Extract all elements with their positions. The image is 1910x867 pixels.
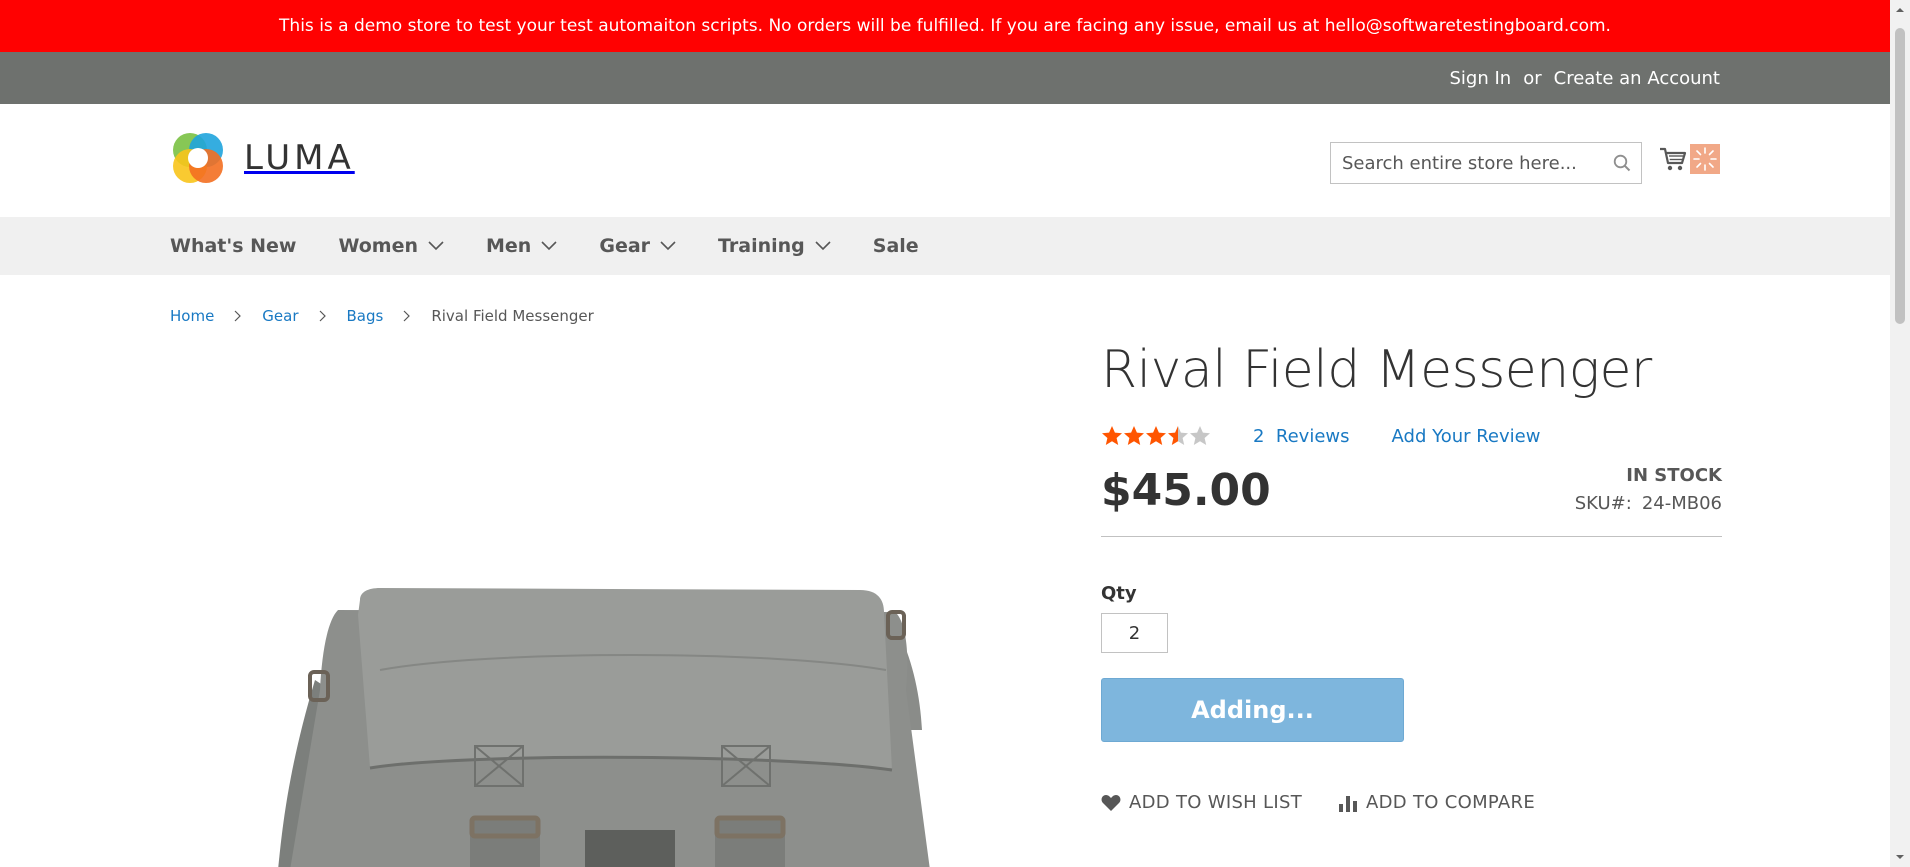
chevron-down-icon <box>660 241 676 251</box>
chevron-right-icon <box>403 310 411 322</box>
logo-wordmark: LUMA <box>244 138 355 178</box>
nav-item-whats-new[interactable]: What's New <box>170 235 296 257</box>
nav-item-training[interactable]: Training <box>718 235 831 257</box>
luma-logo-icon <box>170 130 226 186</box>
demo-notice-banner: This is a demo store to test your test a… <box>0 0 1890 52</box>
or-separator: or <box>1523 67 1542 89</box>
wishlist-label: ADD TO WISH LIST <box>1129 792 1302 813</box>
demo-notice-text: This is a demo store to test your test a… <box>279 16 1611 36</box>
chevron-right-icon <box>234 310 242 322</box>
product-title: Rival Field Messenger <box>1101 340 1652 400</box>
page-scrollbar[interactable] <box>1890 0 1910 867</box>
add-to-wishlist-link[interactable]: ADD TO WISH LIST <box>1101 792 1302 813</box>
reviews-label: Reviews <box>1275 425 1350 447</box>
minicart[interactable] <box>1658 144 1720 174</box>
loading-spinner-icon <box>1690 144 1720 174</box>
rating-stars <box>1101 425 1213 447</box>
luma-logo[interactable]: LUMA <box>170 130 355 186</box>
nav-item-men[interactable]: Men <box>486 235 557 257</box>
nav-item-label: Sale <box>872 235 919 257</box>
nav-item-label: Men <box>486 235 532 257</box>
product-reviews-summary: 2 Reviews Add Your Review <box>1101 425 1722 447</box>
shopping-cart-icon[interactable] <box>1658 144 1688 174</box>
compare-chart-icon <box>1339 795 1357 812</box>
main-navigation: What's New Women Men Gear Training Sale <box>0 217 1890 275</box>
star-rating-icon <box>1102 426 1210 445</box>
chevron-down-icon <box>541 241 557 251</box>
product-image-gallery[interactable] <box>170 350 1048 867</box>
breadcrumb-gear[interactable]: Gear <box>262 307 298 325</box>
breadcrumb: Home Gear Bags Rival Field Messenger <box>170 307 594 325</box>
compare-label: ADD TO COMPARE <box>1366 792 1536 813</box>
reviews-link[interactable]: 2 Reviews <box>1253 426 1350 447</box>
search-input[interactable] <box>1331 144 1603 182</box>
price-stock-row: $45.00 IN STOCK SKU#: 24-MB06 <box>1101 465 1722 537</box>
heart-icon <box>1101 794 1121 811</box>
sign-in-link[interactable]: Sign In <box>1450 68 1512 89</box>
sku-value: 24-MB06 <box>1641 493 1722 514</box>
nav-item-label: Gear <box>599 235 651 257</box>
nav-item-label: What's New <box>170 235 297 257</box>
add-to-cart-button[interactable]: Adding... <box>1101 678 1404 742</box>
review-count: 2 <box>1253 425 1265 447</box>
nav-item-sale[interactable]: Sale <box>873 235 919 257</box>
chevron-right-icon <box>319 310 326 322</box>
breadcrumb-bags[interactable]: Bags <box>347 307 384 325</box>
create-account-link[interactable]: Create an Account <box>1554 68 1720 89</box>
site-header: LUMA <box>0 104 1890 217</box>
search-box <box>1330 142 1642 184</box>
chevron-down-icon <box>815 241 831 251</box>
search-icon[interactable] <box>1603 144 1641 182</box>
account-links: Sign In or Create an Account <box>1450 52 1721 104</box>
sku-label: SKU#: <box>1574 493 1632 514</box>
nav-item-label: Training <box>718 235 805 257</box>
stock-status: IN STOCK <box>1626 465 1722 486</box>
product-social-links: ADD TO WISH LIST ADD TO COMPARE <box>1101 792 1722 813</box>
nav-item-label: Women <box>338 235 419 257</box>
add-review-link[interactable]: Add Your Review <box>1392 426 1541 447</box>
chevron-down-icon <box>428 241 444 251</box>
breadcrumb-current: Rival Field Messenger <box>431 307 594 325</box>
scrollbar-thumb[interactable] <box>1895 28 1905 324</box>
product-info: Rival Field Messenger 2 Reviews Add Your… <box>1101 340 1722 813</box>
product-sku: SKU#: 24-MB06 <box>1575 493 1722 514</box>
nav-item-women[interactable]: Women <box>338 235 444 257</box>
nav-item-gear[interactable]: Gear <box>599 235 676 257</box>
qty-input[interactable] <box>1101 613 1168 653</box>
qty-label: Qty <box>1101 583 1137 604</box>
add-to-compare-link[interactable]: ADD TO COMPARE <box>1338 792 1535 813</box>
breadcrumb-home[interactable]: Home <box>170 307 214 325</box>
product-price: $45.00 <box>1101 465 1271 516</box>
scroll-down-arrow-icon[interactable] <box>1894 851 1906 863</box>
scroll-up-arrow-icon[interactable] <box>1894 4 1906 16</box>
messenger-bag-image <box>278 588 930 867</box>
account-panel: Sign In or Create an Account <box>0 52 1890 104</box>
